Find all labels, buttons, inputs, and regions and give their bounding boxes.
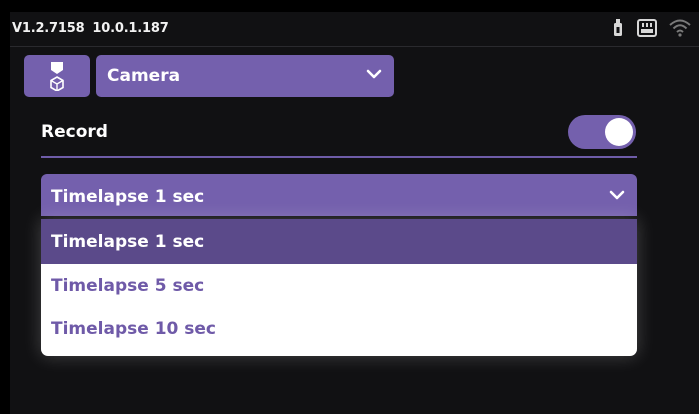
record-label: Record	[41, 122, 108, 142]
dropdown-option-timelapse-5-sec[interactable]: Timelapse 5 sec	[41, 264, 637, 307]
option-label: Timelapse 1 sec	[51, 232, 205, 252]
ip-address: 10.0.1.187	[92, 21, 169, 36]
wifi-icon	[669, 19, 691, 37]
printer-model-icon	[50, 62, 64, 91]
screen: V1.2.7158 10.0.1.187 Camera Record Timel…	[10, 12, 699, 414]
status-text: V1.2.7158 10.0.1.187	[12, 21, 169, 36]
printer-model-button[interactable]	[24, 55, 90, 97]
chevron-down-icon	[366, 69, 382, 79]
sd-card-icon	[637, 19, 657, 37]
toggle-knob	[605, 118, 633, 146]
divider	[41, 156, 637, 158]
option-label: Timelapse 5 sec	[51, 276, 205, 296]
camera-source-select[interactable]: Camera	[96, 55, 394, 97]
usb-icon	[614, 19, 622, 36]
camera-source-label: Camera	[107, 66, 181, 86]
timelapse-select-label: Timelapse 1 sec	[51, 187, 205, 207]
option-label: Timelapse 10 sec	[51, 319, 217, 339]
firmware-version: V1.2.7158	[12, 21, 85, 36]
chevron-down-icon	[609, 190, 625, 200]
timelapse-dropdown-list: Timelapse 1 sec Timelapse 5 sec Timelaps…	[41, 219, 637, 356]
status-bar: V1.2.7158 10.0.1.187	[10, 12, 699, 47]
dropdown-option-timelapse-1-sec[interactable]: Timelapse 1 sec	[41, 219, 637, 264]
timelapse-select[interactable]: Timelapse 1 sec	[41, 174, 637, 216]
dropdown-option-timelapse-10-sec[interactable]: Timelapse 10 sec	[41, 307, 637, 350]
record-toggle[interactable]	[568, 115, 636, 149]
